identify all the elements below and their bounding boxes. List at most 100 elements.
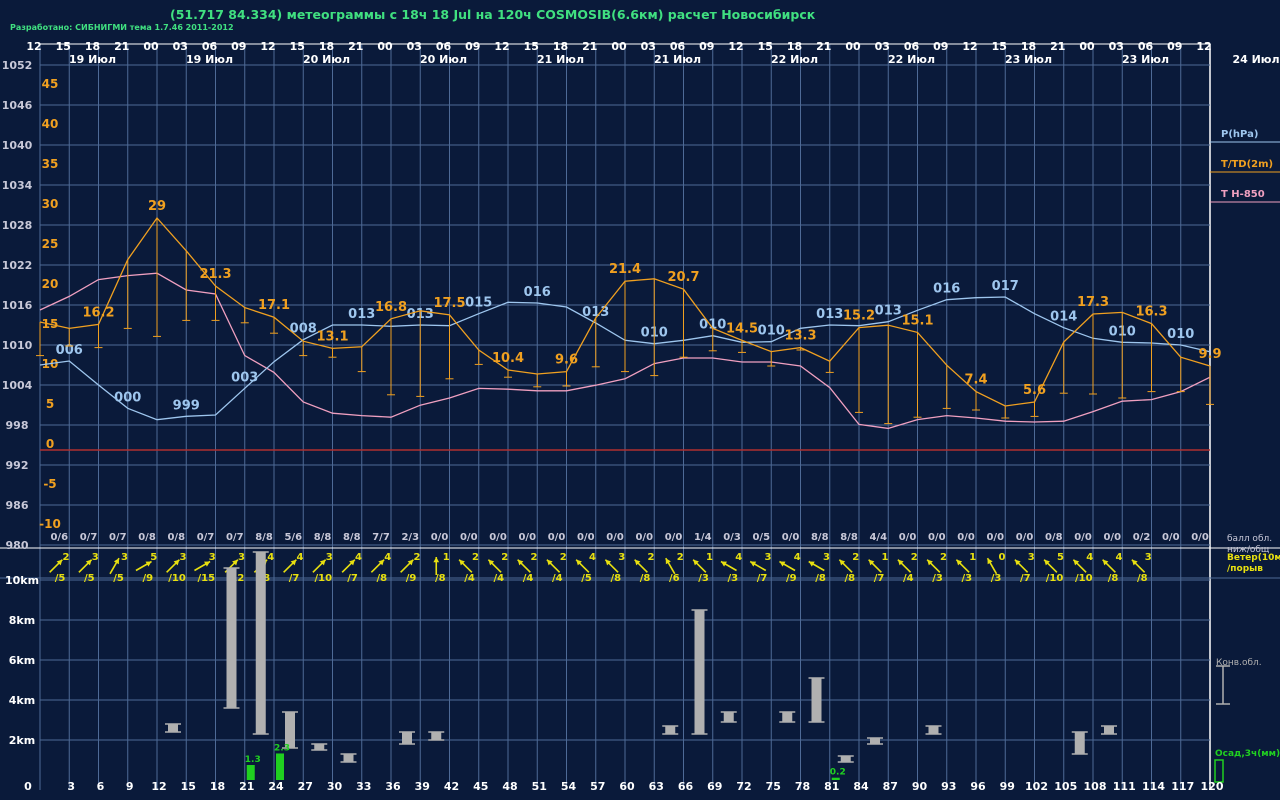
pressure-tick-label: 980 (6, 539, 29, 552)
forecast-hour-label: 63 (649, 780, 664, 793)
wind-label-line1: Ветер(10м) (1227, 553, 1280, 563)
wind-gust: /5 (581, 573, 592, 584)
wind-gust: /3 (727, 573, 738, 584)
hour-tick-label: 00 (611, 40, 627, 53)
cloud-cover-value: 0/0 (782, 532, 800, 543)
hour-tick-label: 03 (173, 40, 188, 53)
wind-speed: 4 (589, 552, 596, 563)
wind-gust: /9 (406, 573, 417, 584)
wind-gust: /6 (669, 573, 680, 584)
hour-tick-label: 09 (231, 40, 246, 53)
cloud-cover-value: 8/8 (840, 532, 858, 543)
hour-tick-label: 06 (1138, 40, 1154, 53)
day-label: 21 Июл (654, 53, 701, 66)
legend-pressure: P(hPa) (1221, 129, 1258, 140)
wind-gust: /8 (610, 573, 621, 584)
wind-gust: /3 (991, 573, 1002, 584)
wind-gust: /8 (1137, 573, 1148, 584)
pressure-value-label: 000 (114, 390, 141, 405)
cloud-cover-value: 0/0 (518, 532, 536, 543)
wind-speed: 4 (735, 552, 742, 563)
hour-tick-label: 21 (348, 40, 363, 53)
day-label: 21 Июл (537, 53, 584, 66)
credit-text: Разработано: СИБНИГМИ тема 1.7.46 2011-2… (10, 22, 234, 32)
forecast-hour-label: 84 (853, 780, 869, 793)
hour-tick-label: 12 (494, 40, 509, 53)
forecast-hour-label: 21 (239, 780, 254, 793)
convective-cloud-bar (314, 744, 325, 750)
wind-speed: 1 (882, 552, 889, 563)
temperature-value-label: 15.2 (843, 309, 875, 324)
wind-gust: /4 (523, 573, 534, 584)
wind-speed: 2 (63, 552, 70, 563)
hour-tick-label: 21 (582, 40, 597, 53)
forecast-hour-label: 114 (1142, 780, 1165, 793)
temperature-value-label: 21.4 (609, 262, 641, 277)
cloud-cover-value: 0/5 (752, 532, 770, 543)
pressure-value-label: 013 (816, 307, 843, 322)
hour-tick-label: 03 (641, 40, 656, 53)
forecast-hour-label: 33 (356, 780, 371, 793)
pressure-value-label: 017 (992, 279, 1019, 294)
wind-speed: 3 (823, 552, 830, 563)
wind-speed: 4 (297, 552, 304, 563)
convective-cloud-bar (782, 712, 793, 722)
height-tick-label: 6km (9, 654, 35, 667)
forecast-hour-label: 102 (1025, 780, 1048, 793)
temperature-value-label: 17.5 (433, 296, 465, 311)
forecast-hour-label: 60 (619, 780, 635, 793)
hour-tick-label: 12 (728, 40, 743, 53)
cloud-cover-value: 8/8 (255, 532, 273, 543)
wind-speed: 2 (911, 552, 918, 563)
hour-tick-label: 09 (699, 40, 714, 53)
temperature-value-label: 16.2 (82, 305, 114, 320)
hour-tick-label: 00 (143, 40, 159, 53)
wind-gust: /8 (815, 573, 826, 584)
cloud-label-line1: балл обл. (1227, 534, 1272, 544)
convective-cloud-bar (168, 724, 178, 732)
temperature-value-label: 13.1 (316, 329, 348, 344)
cloud-cover-value: 0/0 (431, 532, 449, 543)
wind-speed: 2 (501, 552, 508, 563)
temperature-value-label: 14.5 (726, 321, 758, 336)
wind-speed: 1 (443, 552, 450, 563)
precip-value-label: 1.3 (245, 755, 261, 765)
temperature-value-label: 29 (148, 199, 166, 214)
pressure-value-label: 013 (348, 307, 375, 322)
pressure-value-label: 999 (173, 398, 200, 413)
cloud-cover-value: 0/0 (665, 532, 683, 543)
wind-gust: /10 (1046, 573, 1064, 584)
hour-tick-label: 15 (290, 40, 305, 53)
day-label: 23 Июл (1005, 53, 1052, 66)
pressure-value-label: 010 (758, 324, 785, 339)
hour-tick-label: 18 (319, 40, 334, 53)
wind-gust: /9 (142, 573, 153, 584)
hour-tick-label: 06 (202, 40, 218, 53)
wind-speed: 2 (677, 552, 684, 563)
convective-cloud-bar (343, 754, 354, 762)
wind-gust: /5 (55, 573, 66, 584)
height-tick-label: 10km (5, 574, 39, 587)
cloud-cover-value: 0/0 (1103, 532, 1121, 543)
pressure-tick-label: 1004 (2, 379, 33, 392)
hour-tick-label: 18 (85, 40, 100, 53)
temperature-value-label: 21.3 (199, 267, 231, 282)
temperature-value-label: 7.4 (964, 373, 987, 388)
wind-gust: /7 (347, 573, 358, 584)
forecast-hour-label: 96 (970, 780, 986, 793)
convective-cloud-bar (811, 678, 822, 722)
wind-speed: 3 (765, 552, 772, 563)
cloud-cover-value: 0/0 (548, 532, 566, 543)
forecast-hour-label: 54 (561, 780, 577, 793)
cloud-cover-value: 0/0 (1074, 532, 1092, 543)
wind-gust: /4 (464, 573, 475, 584)
legend-t850: Т Н-850 (1221, 189, 1265, 200)
cloud-cover-value: 0/3 (723, 532, 741, 543)
pressure-value-label: 003 (231, 370, 258, 385)
day-label: 20 Июл (303, 53, 350, 66)
wind-speed: 1 (969, 552, 976, 563)
wind-gust: /8 (376, 573, 387, 584)
hour-tick-label: 18 (787, 40, 802, 53)
wind-gust: /4 (903, 573, 914, 584)
hour-tick-label: 09 (465, 40, 480, 53)
